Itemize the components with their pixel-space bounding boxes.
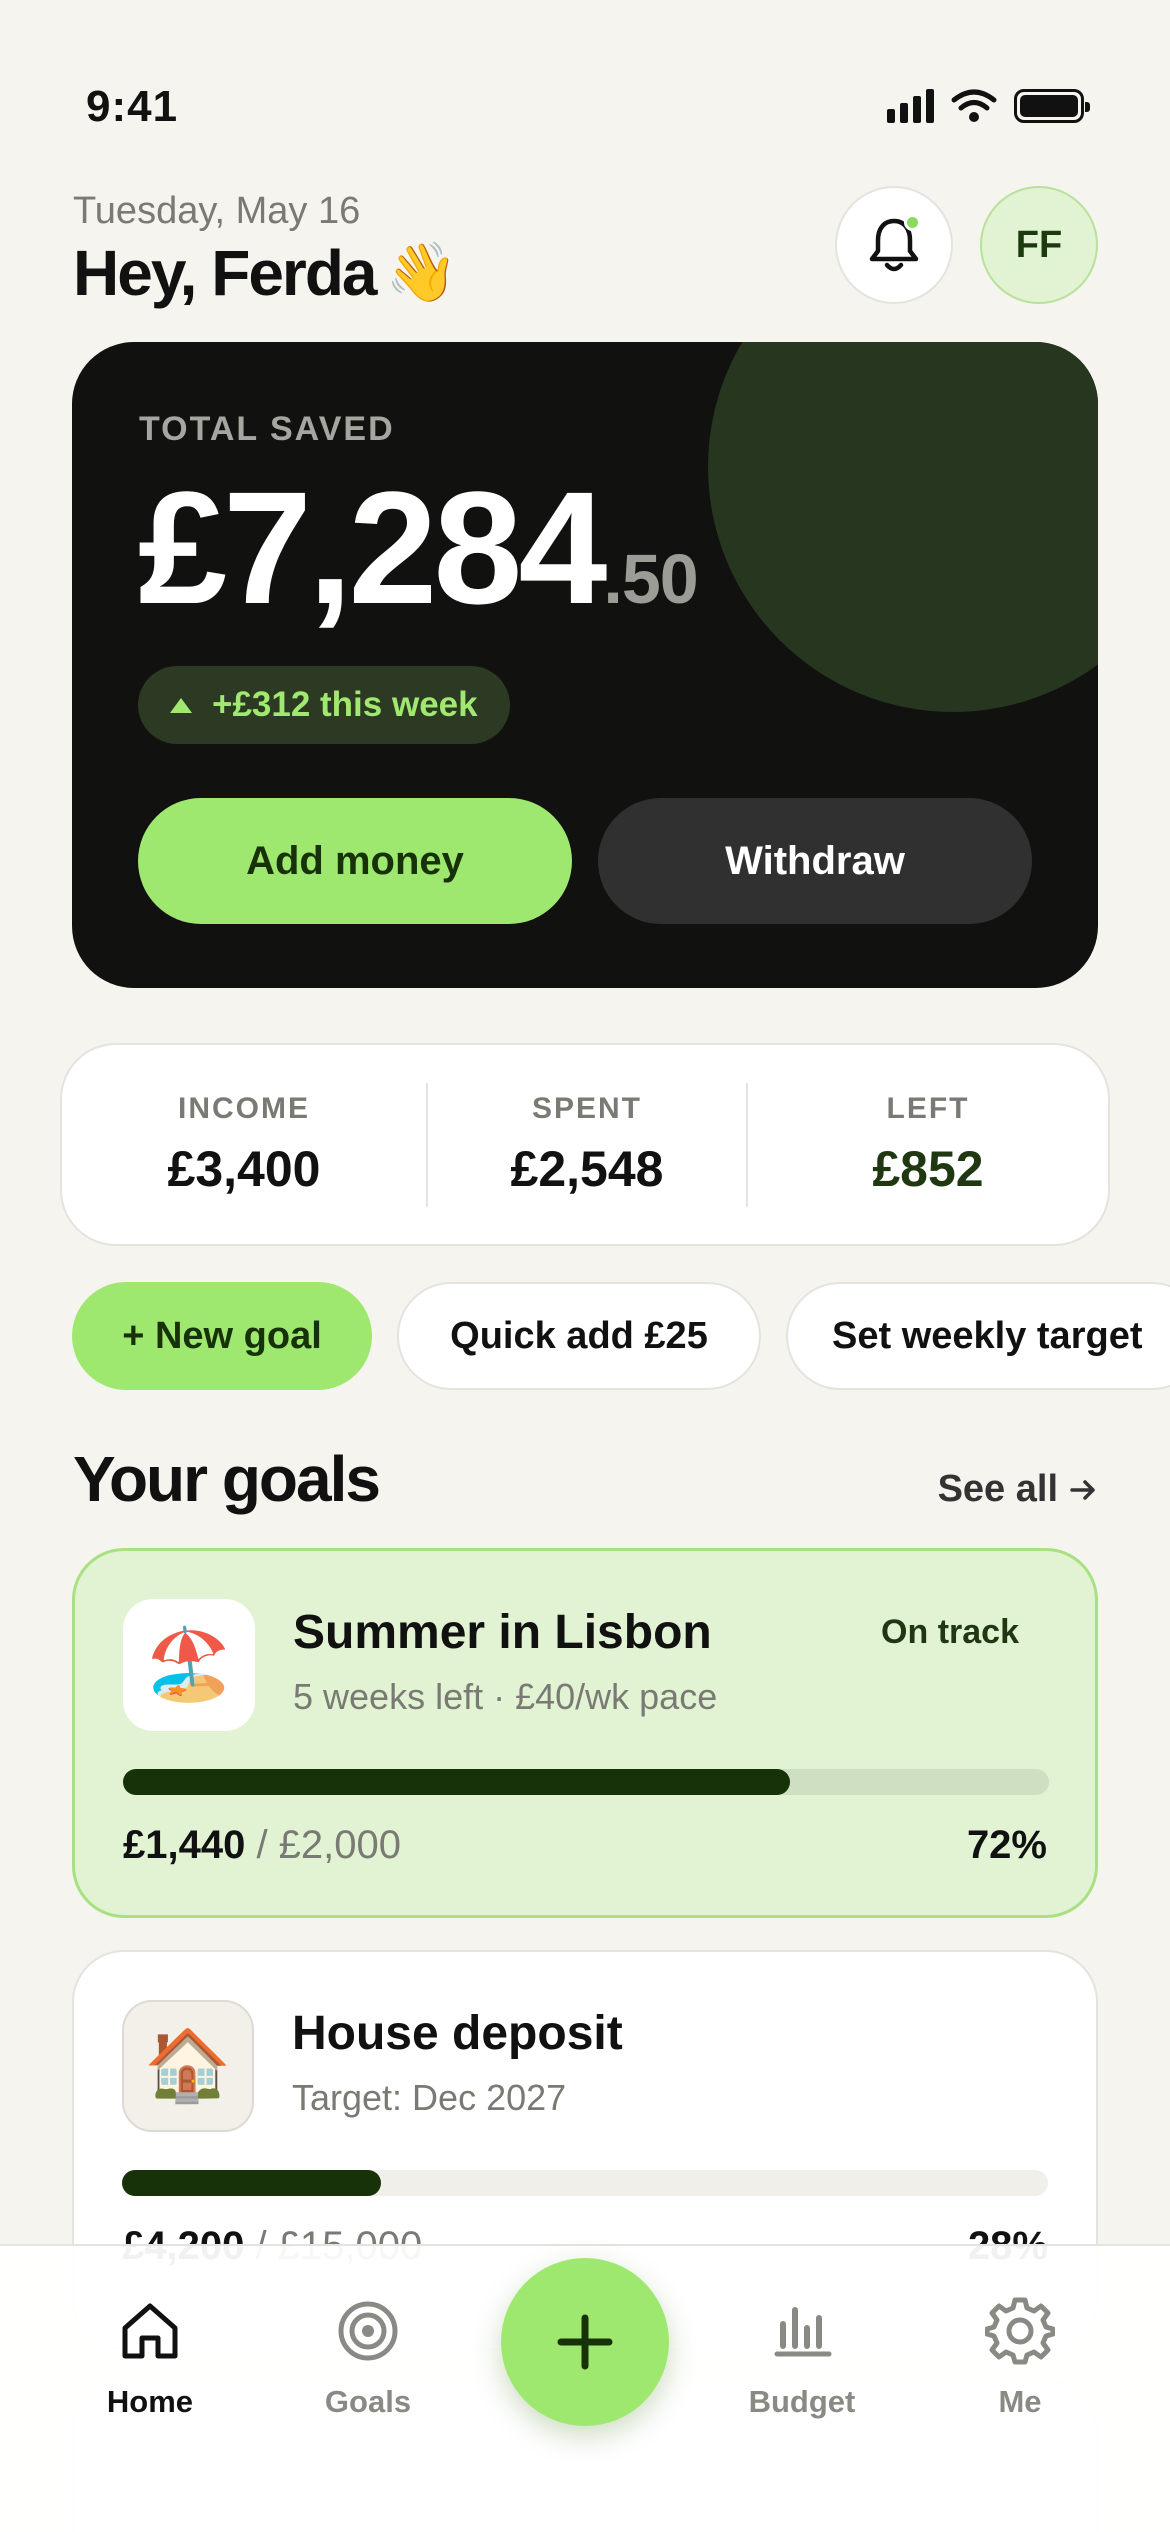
nav-goals[interactable]: Goals: [288, 2296, 448, 2420]
beach-umbrella-icon: 🏖️: [123, 1599, 255, 1731]
nav-me-label: Me: [998, 2384, 1042, 2419]
goal-progress-bar: [123, 1769, 1049, 1795]
amount-cents: .50: [603, 540, 698, 618]
withdraw-button[interactable]: Withdraw: [598, 798, 1032, 924]
bar-chart-icon: [774, 2307, 832, 2357]
stat-left: LEFT £852: [748, 1092, 1108, 1198]
goal-target: / £2,000: [245, 1823, 402, 1867]
goal-subtitle: Target: Dec 2027: [292, 2077, 567, 2118]
stat-spent: SPENT £2,548: [428, 1092, 746, 1198]
home-icon: [122, 2303, 178, 2359]
stat-left-value: £852: [872, 1140, 984, 1197]
see-all-link[interactable]: See all: [938, 1468, 1098, 1511]
amount-main: £7,284: [138, 458, 607, 637]
goal-name: Summer in Lisbon: [293, 1606, 712, 1659]
nav-me[interactable]: Me: [940, 2296, 1100, 2420]
weekly-target-chip[interactable]: Set weekly target: [786, 1282, 1170, 1390]
notifications-button[interactable]: [835, 186, 953, 304]
new-goal-chip[interactable]: + New goal: [72, 1282, 372, 1390]
status-time: 9:41: [86, 82, 179, 131]
gear-icon: [985, 2297, 1055, 2365]
target-icon: [338, 2301, 398, 2361]
stats-summary: INCOME £3,400 SPENT £2,548 LEFT £852: [60, 1043, 1110, 1246]
card-decoration: [708, 342, 1098, 712]
goals-section-title: Your goals: [73, 1443, 381, 1515]
house-icon: 🏠: [122, 2000, 254, 2132]
status-icons: [887, 88, 1090, 124]
goal-name: House deposit: [292, 2007, 623, 2060]
add-money-button[interactable]: Add money: [138, 798, 572, 924]
add-fab-button[interactable]: [501, 2258, 669, 2426]
nav-budget-label: Budget: [748, 2384, 856, 2419]
total-saved-amount: £7,284 .50: [138, 458, 699, 637]
notification-dot: [904, 214, 921, 231]
total-saved-label: TOTAL SAVED: [139, 410, 395, 448]
goal-progress-fill: [122, 2170, 382, 2196]
nav-home[interactable]: Home: [70, 2296, 230, 2420]
stat-income-label: INCOME: [178, 1091, 310, 1125]
nav-goals-label: Goals: [324, 2384, 412, 2419]
plus-icon: [557, 2314, 613, 2370]
goal-progress-bar: [122, 2170, 1048, 2196]
goal-saved: £1,440: [123, 1823, 246, 1867]
greeting-title: Hey, Ferda 👋: [73, 236, 458, 310]
nav-home-label: Home: [106, 2384, 194, 2419]
balance-card: TOTAL SAVED £7,284 .50 +£312 this week A…: [72, 342, 1098, 988]
nav-budget[interactable]: Budget: [722, 2296, 882, 2420]
up-arrow-icon: [170, 697, 192, 713]
goal-percent: 72%: [966, 1823, 1047, 1867]
greeting-text: Hey, Ferda: [73, 237, 377, 309]
arrow-right-icon: [1070, 1479, 1095, 1500]
stat-income-value: £3,400: [167, 1140, 321, 1197]
header-date: Tuesday, May 16: [73, 190, 361, 232]
goal-status-badge: On track: [881, 1613, 1019, 1651]
goal-amount: £1,440 / £2,000: [123, 1823, 401, 1868]
battery-icon: [1014, 89, 1090, 123]
quick-add-chip[interactable]: Quick add £25: [397, 1282, 761, 1390]
see-all-label: See all: [937, 1468, 1058, 1510]
goal-subtitle: 5 weeks left · £40/wk pace: [293, 1676, 718, 1717]
goal-progress-fill: [123, 1769, 790, 1795]
weekly-change-text: +£312 this week: [212, 685, 478, 724]
cellular-signal-icon: [887, 89, 934, 123]
stat-left-label: LEFT: [886, 1091, 970, 1125]
avatar[interactable]: FF: [980, 186, 1098, 304]
stat-spent-value: £2,548: [510, 1140, 664, 1197]
stat-income: INCOME £3,400: [62, 1092, 426, 1198]
wifi-icon: [951, 89, 997, 122]
wave-emoji-icon: 👋: [385, 240, 458, 305]
goal-card-summer-lisbon[interactable]: 🏖️ Summer in Lisbon 5 weeks left · £40/w…: [72, 1548, 1098, 1918]
stat-spent-label: SPENT: [531, 1091, 643, 1125]
weekly-change-badge: +£312 this week: [138, 666, 510, 744]
